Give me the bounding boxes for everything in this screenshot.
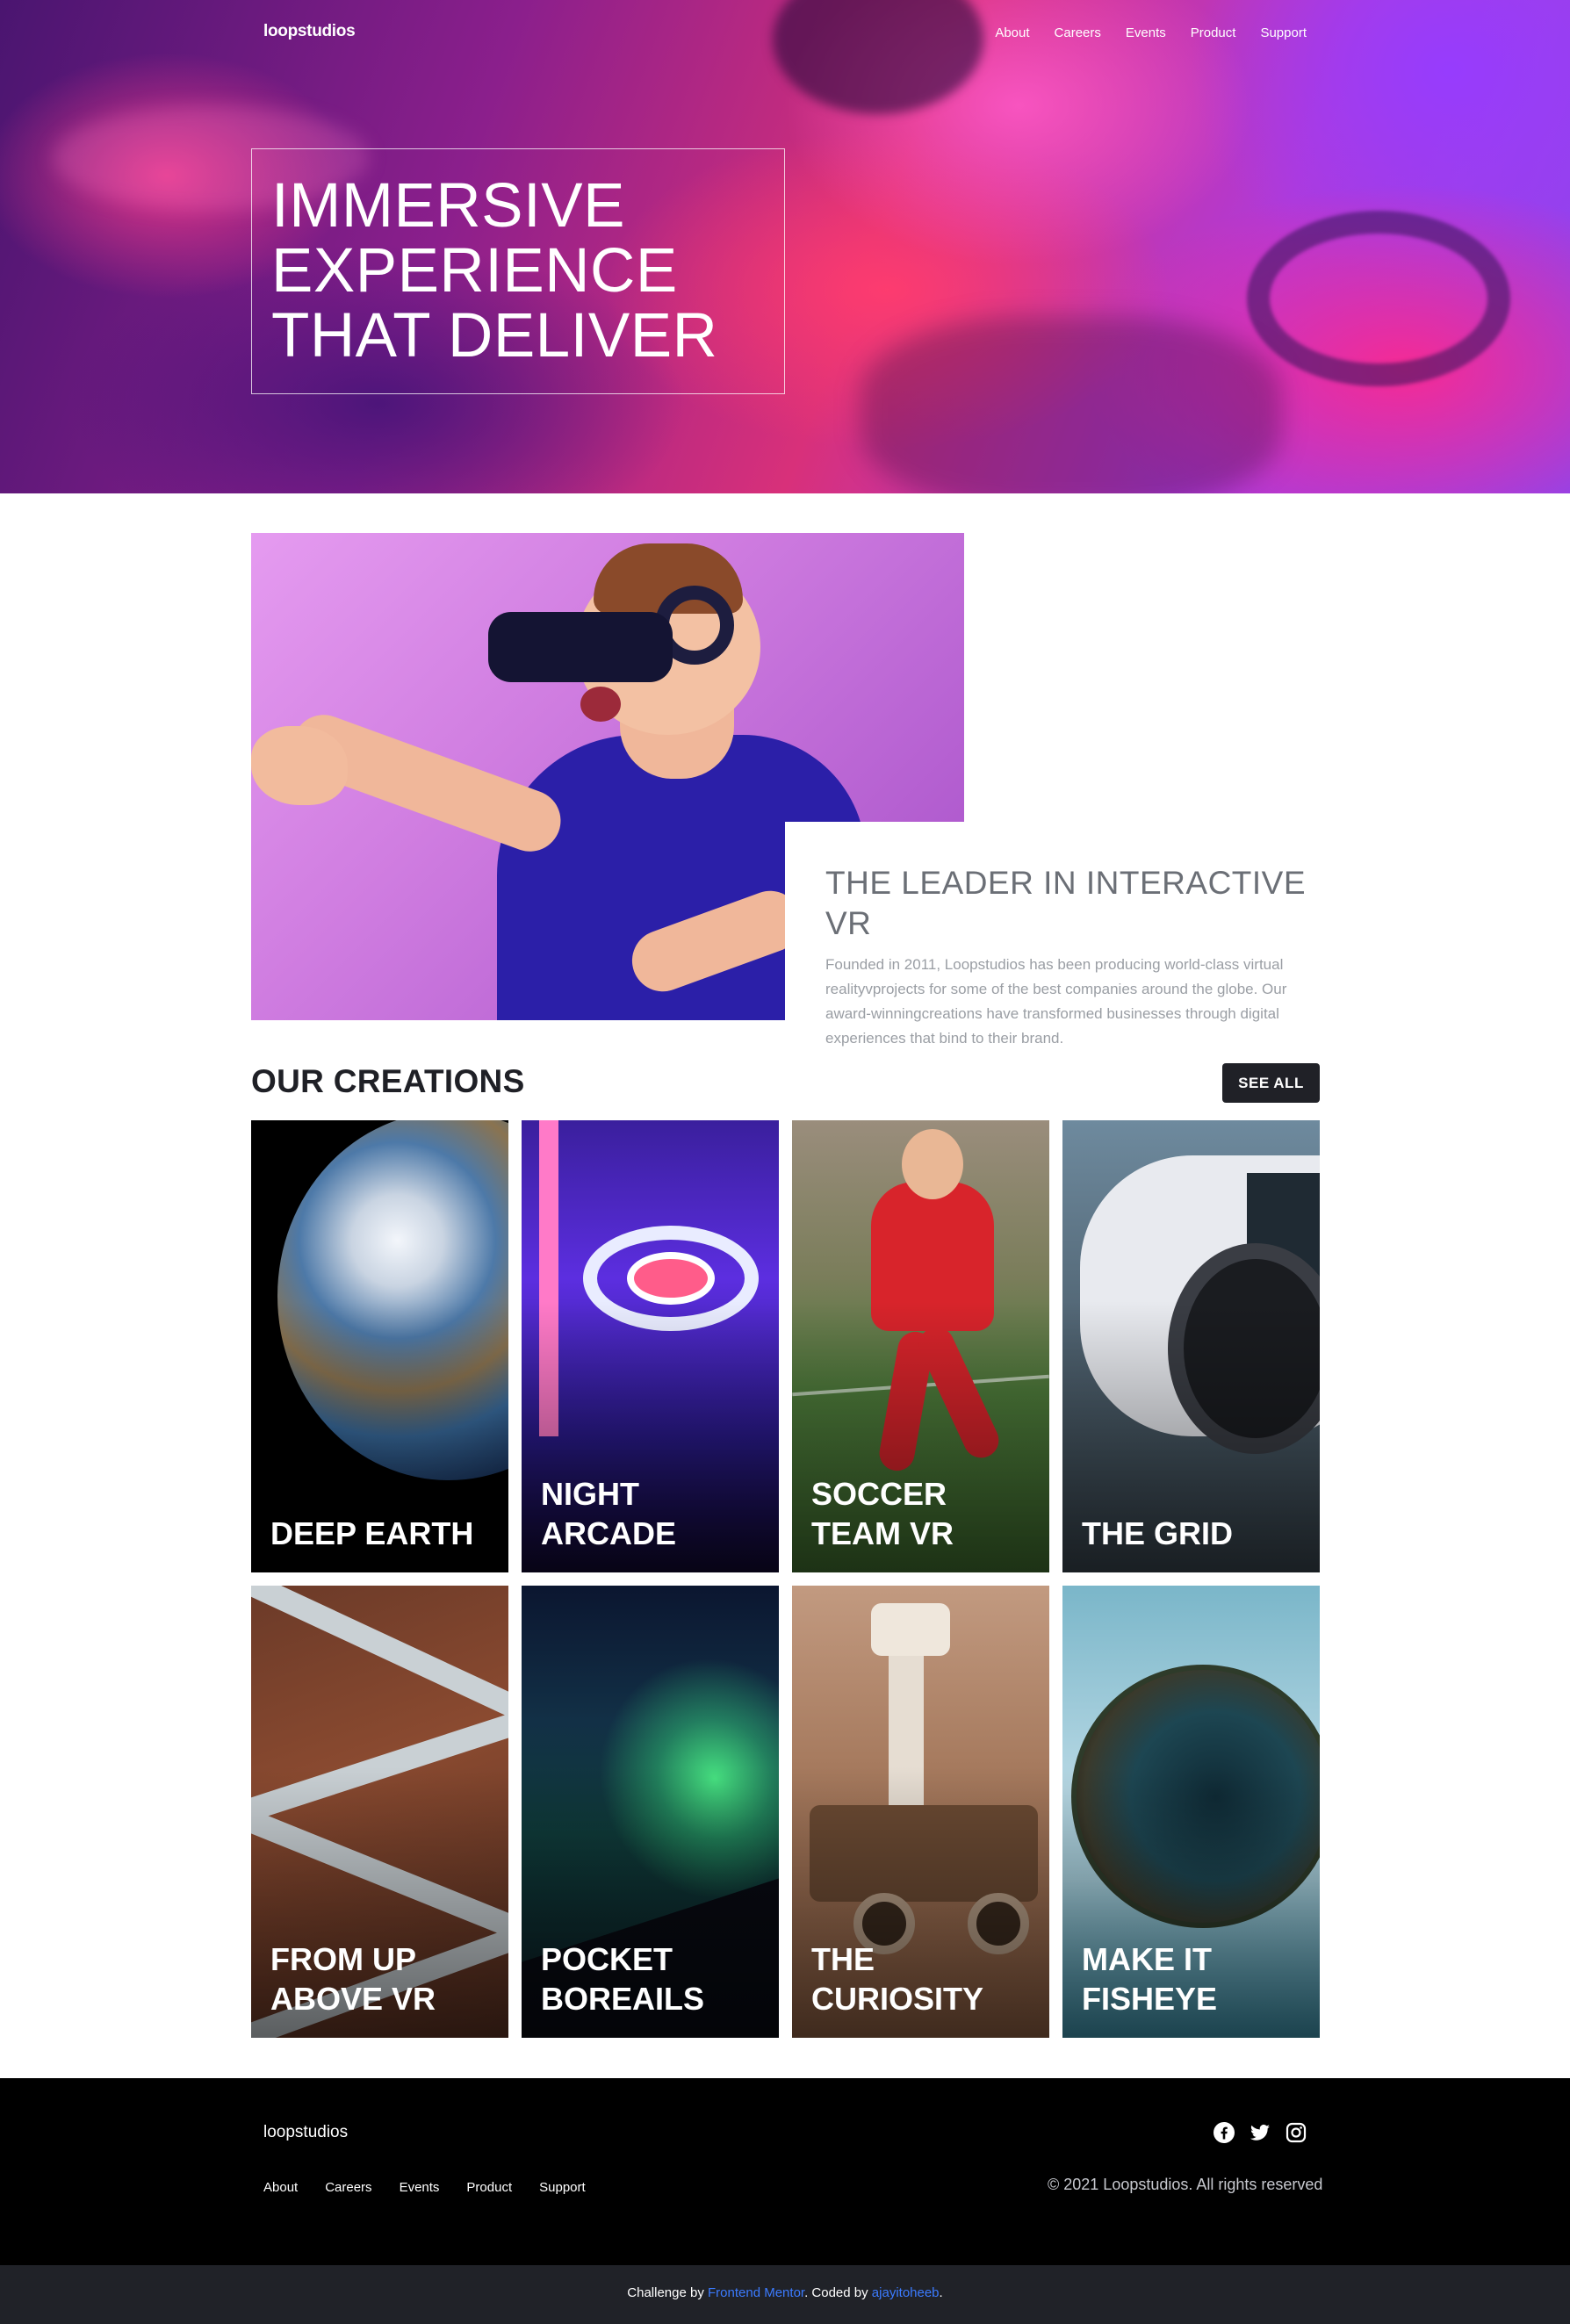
attribution-middle: . Coded by <box>804 2285 872 2300</box>
arcade-image <box>627 1252 715 1305</box>
creation-label: POCKET BOREAILS <box>541 1941 705 2017</box>
hero-title-line: EXPERIENCE <box>271 236 678 306</box>
footer-link-product[interactable]: Product <box>466 2180 512 2195</box>
footer-nav: About Careers Events Product Support <box>263 2180 613 2195</box>
hero-title-line: THAT DELIVER <box>271 301 718 371</box>
attribution-suffix: . <box>939 2285 943 2300</box>
hero-title-line: IMMERSIVE <box>271 171 625 241</box>
creation-label: THE CURIOSITY <box>811 1941 984 2017</box>
creation-label: FROM UP ABOVE VR <box>270 1941 436 2017</box>
hero-section: loopstudios About Careers Events Product… <box>0 0 1570 493</box>
facebook-icon[interactable] <box>1213 2121 1235 2144</box>
copyright: © 2021 Loopstudios. All rights reserved <box>1048 2176 1323 2193</box>
creation-card-pocket-boreails[interactable]: POCKET BOREAILS <box>522 1586 779 2038</box>
hero-title: IMMERSIVE EXPERIENCE THAT DELIVER <box>271 174 763 369</box>
nav-link-product[interactable]: Product <box>1191 25 1236 40</box>
creation-card-soccer-team-vr[interactable]: SOCCER TEAM VR <box>792 1120 1049 1572</box>
attribution-prefix: Challenge by <box>627 2285 709 2300</box>
intro-body: Founded in 2011, Loopstudios has been pr… <box>825 956 1287 1047</box>
nav-link-support[interactable]: Support <box>1260 25 1307 40</box>
creation-card-from-up-above-vr[interactable]: FROM UP ABOVE VR <box>251 1586 508 2038</box>
footer-link-careers[interactable]: Careers <box>325 2180 371 2195</box>
footer: loopstudios About Careers Events Product… <box>0 2078 1570 2265</box>
attribution-bar: Challenge by Frontend Mentor. Coded by a… <box>0 2265 1570 2324</box>
social-links <box>1213 2121 1307 2144</box>
footer-logo[interactable]: loopstudios <box>263 2123 348 2142</box>
hero-image-shape <box>1247 211 1510 386</box>
site-logo[interactable]: loopstudios <box>263 22 356 41</box>
vr-headset <box>488 612 673 682</box>
soccer-image <box>902 1129 963 1199</box>
frontend-mentor-link[interactable]: Frontend Mentor <box>708 2285 804 2300</box>
twitter-icon[interactable] <box>1249 2121 1271 2144</box>
creation-label: DEEP EARTH <box>270 1515 474 1551</box>
creation-card-the-grid[interactable]: THE GRID <box>1062 1120 1320 1572</box>
rover-image <box>871 1603 950 1656</box>
nav-link-events[interactable]: Events <box>1126 25 1166 40</box>
creation-card-make-it-fisheye[interactable]: MAKE IT FISHEYE <box>1062 1586 1320 2038</box>
footer-link-support[interactable]: Support <box>539 2180 586 2195</box>
hero-title-box: IMMERSIVE EXPERIENCE THAT DELIVER <box>251 148 785 394</box>
intro-title: THE LEADER IN INTERACTIVE VR <box>825 865 1307 941</box>
person-hand <box>251 726 348 805</box>
see-all-button[interactable]: SEE ALL <box>1222 1063 1320 1103</box>
roads-image <box>251 1586 508 1735</box>
hero-image-shape <box>861 316 1282 493</box>
creation-label: MAKE IT FISHEYE <box>1082 1941 1218 2017</box>
creation-label: THE GRID <box>1082 1515 1234 1551</box>
intro-text: THE LEADER IN INTERACTIVE VR Founded in … <box>825 863 1317 1051</box>
creation-card-night-arcade[interactable]: NIGHT ARCADE <box>522 1120 779 1572</box>
creation-card-deep-earth[interactable]: DEEP EARTH <box>251 1120 508 1572</box>
footer-link-events[interactable]: Events <box>400 2180 440 2195</box>
instagram-icon[interactable] <box>1285 2121 1307 2144</box>
footer-link-about[interactable]: About <box>263 2180 298 2195</box>
top-nav: loopstudios About Careers Events Product… <box>0 0 1570 70</box>
nav-links: About Careers Events Product Support <box>970 25 1307 40</box>
creations-grid: DEEP EARTH NIGHT ARCADE SOCCER TEAM VR T… <box>251 1120 1320 2038</box>
creation-label: SOCCER TEAM VR <box>811 1476 954 1551</box>
creation-label: NIGHT ARCADE <box>541 1476 677 1551</box>
nav-link-about[interactable]: About <box>995 25 1029 40</box>
attribution: Challenge by Frontend Mentor. Coded by a… <box>0 2285 1570 2300</box>
creation-card-the-curiosity[interactable]: THE CURIOSITY <box>792 1586 1049 2038</box>
person-mouth <box>580 687 621 722</box>
nav-link-careers[interactable]: Careers <box>1055 25 1101 40</box>
creations-title: OUR CREATIONS <box>251 1063 525 1099</box>
author-link[interactable]: ajayitoheeb <box>872 2285 940 2300</box>
